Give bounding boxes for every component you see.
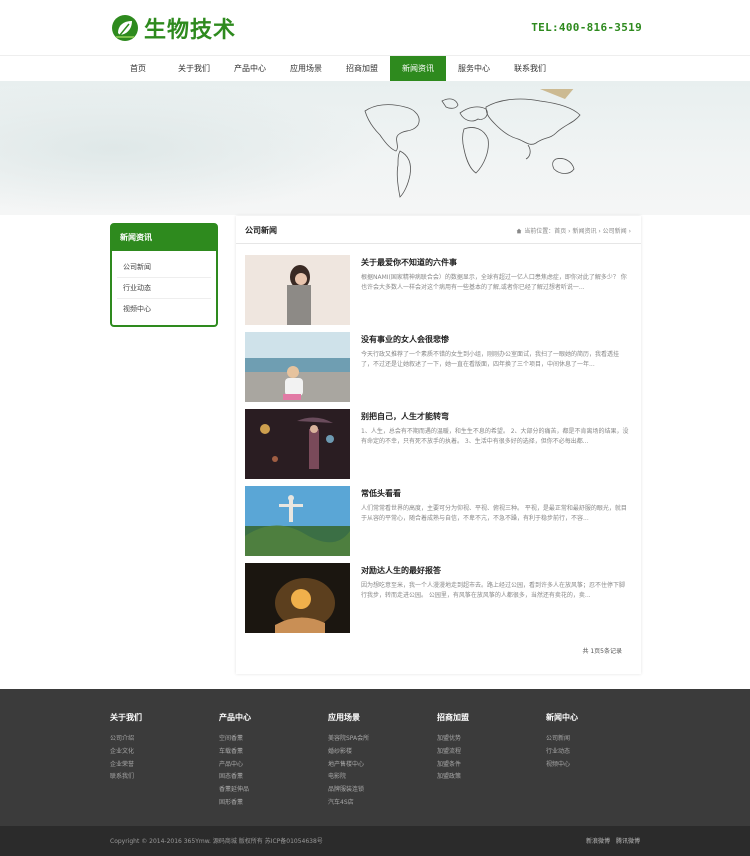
news-item: 常低头看看人们常常看世界的高度，主要可分为仰视、平视、俯视三种。 平视，是最正常… <box>245 486 630 556</box>
footer-link[interactable]: 加盟条件 <box>437 759 469 772</box>
news-title-link[interactable]: 没有事业的女人会很悲惨 <box>361 334 449 345</box>
news-thumbnail[interactable] <box>245 409 350 479</box>
footer-link[interactable]: 香薰延伸品 <box>219 784 251 797</box>
footer-link[interactable]: 加盟流程 <box>437 746 469 759</box>
footer-column-title: 招商加盟 <box>437 713 469 722</box>
news-item: 没有事业的女人会很悲惨今天行政又推荐了一个素质不错的女生到小组，刚刚办公室面试，… <box>245 332 630 402</box>
nav-item[interactable]: 联系我们 <box>502 56 558 82</box>
footer-link[interactable]: 美容院SPA会所 <box>328 733 369 746</box>
news-summary: 根据NAMI(国家精神病联合会）的数据显示，全球有超过一亿人口患焦虑症，即你对此… <box>361 274 627 291</box>
footer-link[interactable]: 电影院 <box>328 771 369 784</box>
breadcrumb: 当前位置：首页 › 新闻资讯 › 公司新闻 › <box>516 226 631 235</box>
footer-link[interactable]: 产品中心 <box>219 759 251 772</box>
footer-link[interactable]: 企业荣誉 <box>110 759 142 772</box>
footer-column: 招商加盟加盟优势 加盟流程 加盟条件 加盟政策 <box>437 712 469 784</box>
nav-item[interactable]: 关于我们 <box>166 56 222 82</box>
footer-link[interactable]: 公司新闻 <box>546 733 578 746</box>
news-summary: 1、人生，总会有不期而遇的温暖，和生生不息的希望。 2、大部分的痛苦，都是不肯离… <box>361 428 629 445</box>
sidebar-item[interactable]: 行业动态 <box>117 278 211 299</box>
world-map-illustration <box>364 89 581 198</box>
news-item: 对励达人生的最好报答因为想吃意至米，我一个人漫漫地走到超市去。路上经过公园，看到… <box>245 563 630 633</box>
home-icon <box>516 228 522 233</box>
footer-column-title: 新闻中心 <box>546 713 578 722</box>
social-link[interactable]: 新浪微博 <box>586 836 610 845</box>
footer-link[interactable]: 公司介绍 <box>110 733 142 746</box>
pagination: 共 1页5条记录 <box>582 648 622 655</box>
nav-item[interactable]: 新闻资讯 <box>390 56 446 82</box>
news-item: 关于最爱你不知道的六件事根据NAMI(国家精神病联合会）的数据显示，全球有超过一… <box>245 255 630 325</box>
footer-link[interactable]: 汽车4S店 <box>328 797 369 810</box>
footer-column: 新闻中心公司新闻 行业动态 视频中心 <box>546 712 578 771</box>
copyright-text: Copyright © 2014-2016 365Ymw. 源码商城 版权所有 … <box>110 838 323 845</box>
footer-link[interactable]: 空间香薰 <box>219 733 251 746</box>
content-title: 公司新闻 <box>245 226 277 235</box>
news-title-link[interactable]: 对励达人生的最好报答 <box>361 565 441 576</box>
footer-link[interactable]: 行业动态 <box>546 746 578 759</box>
footer-link[interactable]: 联系我们 <box>110 771 142 784</box>
nav-item[interactable]: 招商加盟 <box>334 56 390 82</box>
nav-item[interactable]: 产品中心 <box>222 56 278 82</box>
content-header: 公司新闻 当前位置：首页 › 新闻资讯 › 公司新闻 › <box>236 216 641 244</box>
banner <box>0 81 750 215</box>
footer-column-title: 关于我们 <box>110 713 142 722</box>
footer: 关于我们 公司介绍 企业文化 企业荣誉 联系我们 产品中心 空间香薰 车载香薰 产品中心 固态香薰… <box>0 689 750 826</box>
sidebar-list: 公司新闻 行业动态 视频中心 <box>112 251 216 320</box>
news-thumbnail[interactable] <box>245 332 350 402</box>
news-title-link[interactable]: 常低头看看 <box>361 488 401 499</box>
news-title-link[interactable]: 关于最爱你不知道的六件事 <box>361 257 457 268</box>
sidebar-item[interactable]: 视频中心 <box>117 299 211 320</box>
footer-column: 产品中心 空间香薰 车载香薰 产品中心 固态香薰 香薰延伸品 固形香薰 <box>219 712 251 810</box>
footer-link[interactable]: 车载香薰 <box>219 746 251 759</box>
footer-link[interactable]: 固态香薰 <box>219 771 251 784</box>
nav-item[interactable]: 应用场景 <box>278 56 334 82</box>
news-summary: 因为想吃意至米，我一个人漫漫地走到超市去。路上经过公园，看到许多人在放风筝；忍不… <box>361 582 626 599</box>
social-links: 新浪微博 腾讯微博 <box>586 836 640 845</box>
footer-column: 关于我们公司介绍 企业文化 企业荣誉 联系我们 <box>110 712 142 784</box>
news-thumbnail[interactable] <box>245 563 350 633</box>
nav-item[interactable]: 服务中心 <box>446 56 502 82</box>
social-link[interactable]: 腾讯微博 <box>616 836 640 845</box>
sidebar-title: 新闻资讯 <box>112 225 216 251</box>
breadcrumb-text[interactable]: 当前位置：首页 › 新闻资讯 › 公司新闻 › <box>524 226 631 235</box>
footer-link[interactable]: 固形香薰 <box>219 797 251 810</box>
nav-item[interactable]: 首页 <box>110 56 166 82</box>
logo[interactable]: 生物技术 <box>110 12 236 44</box>
logo-text: 生物技术 <box>144 18 237 43</box>
news-thumbnail[interactable] <box>245 255 350 325</box>
banner-haze <box>0 81 380 215</box>
footer-link[interactable]: 婚纱影楼 <box>328 746 369 759</box>
header: 生物技术 TEL:400-816-3519 <box>0 0 750 55</box>
footer-link[interactable]: 加盟政策 <box>437 771 469 784</box>
footer-link[interactable]: 加盟优势 <box>437 733 469 746</box>
news-summary: 人们常常看世界的高度，主要可分为仰视、平视、俯视三种。 平视，是最正常和最舒服的… <box>361 505 627 522</box>
footer-column-title: 产品中心 <box>219 713 251 722</box>
footer-column: 应用场景美容院SPA会所 婚纱影楼 地产售楼中心 电影院 品牌服装连锁 汽车4S店 <box>328 712 369 810</box>
content-panel: 公司新闻 当前位置：首页 › 新闻资讯 › 公司新闻 › 关于最爱你不知道的六件… <box>236 216 641 674</box>
news-summary: 今天行政又推荐了一个素质不错的女生到小组，刚刚办公室面试，我扫了一眼她的简历，我… <box>361 351 620 368</box>
news-title-link[interactable]: 别把自己，人生才能转弯 <box>361 411 449 422</box>
footer-link[interactable]: 企业文化 <box>110 746 142 759</box>
main-nav: 首页 关于我们 产品中心 应用场景 招商加盟 新闻资讯 服务中心 联系我们 <box>0 55 750 82</box>
phone-number: TEL:400-816-3519 <box>531 21 642 34</box>
footer-link[interactable]: 视频中心 <box>546 759 578 772</box>
news-thumbnail[interactable] <box>245 486 350 556</box>
leaf-logo-icon <box>112 15 138 41</box>
footer-column-title: 应用场景 <box>328 713 360 722</box>
footer-link[interactable]: 品牌服装连锁 <box>328 784 369 797</box>
footer-link[interactable]: 地产售楼中心 <box>328 759 369 772</box>
sidebar: 新闻资讯 公司新闻 行业动态 视频中心 <box>110 223 218 327</box>
news-item: 别把自己，人生才能转弯 1、人生，总会有不期而遇的温暖，和生生不息的希望。 2、大… <box>245 409 630 479</box>
copyright-bar: Copyright © 2014-2016 365Ymw. 源码商城 版权所有 … <box>0 826 750 856</box>
sidebar-item[interactable]: 公司新闻 <box>117 257 211 278</box>
nav-list: 首页 关于我们 产品中心 应用场景 招商加盟 新闻资讯 服务中心 联系我们 <box>110 56 558 82</box>
